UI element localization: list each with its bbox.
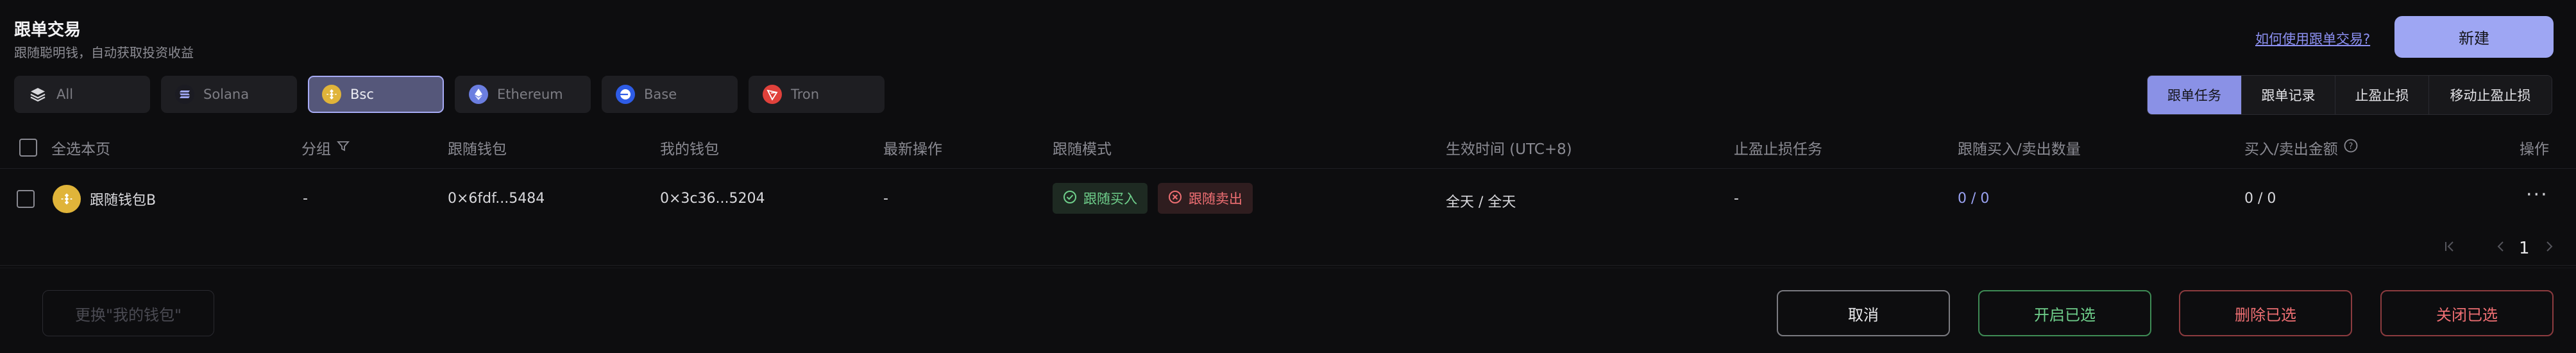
chain-filter-solana[interactable]: Solana [161,76,297,113]
column-tp-sl-task: 止盈止损任务 [1734,141,1822,158]
cell-latest-op: - [883,191,888,207]
base-icon [616,85,635,104]
tron-icon [763,85,782,104]
pagination: 1 [2441,237,2558,259]
delete-selected-button[interactable]: 删除已选 [2179,290,2352,336]
row-divider [0,265,2576,266]
column-buy-sell-qty: 跟随买入/卖出数量 [1958,141,2081,158]
cell-tp-sl: - [1734,191,1739,207]
help-icon[interactable]: ? [2343,138,2359,157]
change-wallet-button[interactable]: 更换"我的钱包" [42,290,214,336]
column-follow-wallet: 跟随钱包 [448,141,507,158]
select-all-label: 全选本页 [51,141,110,158]
chain-label: Ethereum [497,87,563,102]
select-all: 全选本页 [19,137,110,159]
first-page-icon[interactable] [2441,237,2459,259]
chain-filter-base[interactable]: Base [602,76,738,113]
chain-filter-bsc[interactable]: Bsc [308,76,444,113]
column-my-wallet: 我的钱包 [660,141,719,158]
filter-icon[interactable] [336,139,350,157]
cell-amount: 0 / 0 [2244,191,2276,207]
cell-effective-time: 全天 / 全天 [1446,194,1516,211]
close-circle-icon [1168,190,1182,207]
layers-icon [28,85,47,104]
enable-selected-button[interactable]: 开启已选 [1978,290,2151,336]
column-group-label: 分组 [301,141,331,158]
tab-take-profit-stop-loss[interactable]: 止盈止损 [2335,76,2428,114]
tab-trailing-tp-sl[interactable]: 移动止盈止损 [2428,76,2552,114]
bsc-icon [322,85,341,104]
prev-page-icon[interactable] [2492,237,2510,259]
cell-follow-wallet[interactable]: 0×6fdf...5484 [448,191,545,207]
chain-filter-tron[interactable]: Tron [749,76,885,113]
new-button[interactable]: 新建 [2394,16,2554,58]
avatar [53,185,81,213]
chain-filter-bar: All Solana Bsc Ethereum Base Tron [14,76,885,113]
cell-group: - [303,191,308,207]
ethereum-icon [469,85,488,104]
check-circle-icon [1063,190,1077,207]
select-all-checkbox[interactable] [19,139,37,157]
view-tabs: 跟单任务 跟单记录 止盈止损 移动止盈止损 [2147,75,2552,115]
column-group: 分组 [301,137,350,159]
wallet-name: 跟随钱包B [90,193,157,209]
column-buy-sell-amount: 买入/卖出金额 ? [2244,137,2359,159]
chain-label: Base [644,87,677,102]
chain-label: Tron [791,87,820,102]
row-checkbox[interactable] [17,190,35,208]
cell-follow-mode: 跟随买入 跟随卖出 [1053,183,1253,214]
cell-my-wallet[interactable]: 0×3c36...5204 [660,191,765,207]
column-effective-time: 生效时间 (UTC+8) [1446,141,1572,158]
header-divider [0,168,2576,169]
table-row: 跟随钱包B [14,185,156,213]
help-link[interactable]: 如何使用跟单交易? [2255,29,2370,48]
tab-copy-tasks[interactable]: 跟单任务 [2148,76,2241,114]
page-subtitle: 跟随聪明钱，自动获取投资收益 [14,45,194,60]
page-title: 跟单交易 [14,21,81,40]
column-actions: 操作 [2520,141,2549,158]
current-page[interactable]: 1 [2519,239,2530,258]
chain-label: Solana [203,87,250,102]
column-buy-sell-amount-label: 买入/卖出金额 [2244,141,2338,158]
cell-qty: 0 / 0 [1958,191,1990,207]
chain-label: Bsc [350,87,374,102]
next-page-icon[interactable] [2540,237,2558,259]
chain-filter-ethereum[interactable]: Ethereum [455,76,591,113]
column-latest-op: 最新操作 [883,141,942,158]
column-follow-mode: 跟随模式 [1053,141,1112,158]
chain-label: All [56,87,74,102]
more-icon[interactable]: ··· [2526,184,2548,206]
status-badge: 跟随买入 [1053,183,1148,214]
solana-icon [175,85,194,104]
cancel-button[interactable]: 取消 [1777,290,1950,336]
status-badge: 跟随卖出 [1158,183,1253,214]
chain-filter-all[interactable]: All [14,76,150,113]
tab-copy-records[interactable]: 跟单记录 [2241,76,2335,114]
svg-text:?: ? [2348,142,2353,151]
close-selected-button[interactable]: 关闭已选 [2380,290,2554,336]
